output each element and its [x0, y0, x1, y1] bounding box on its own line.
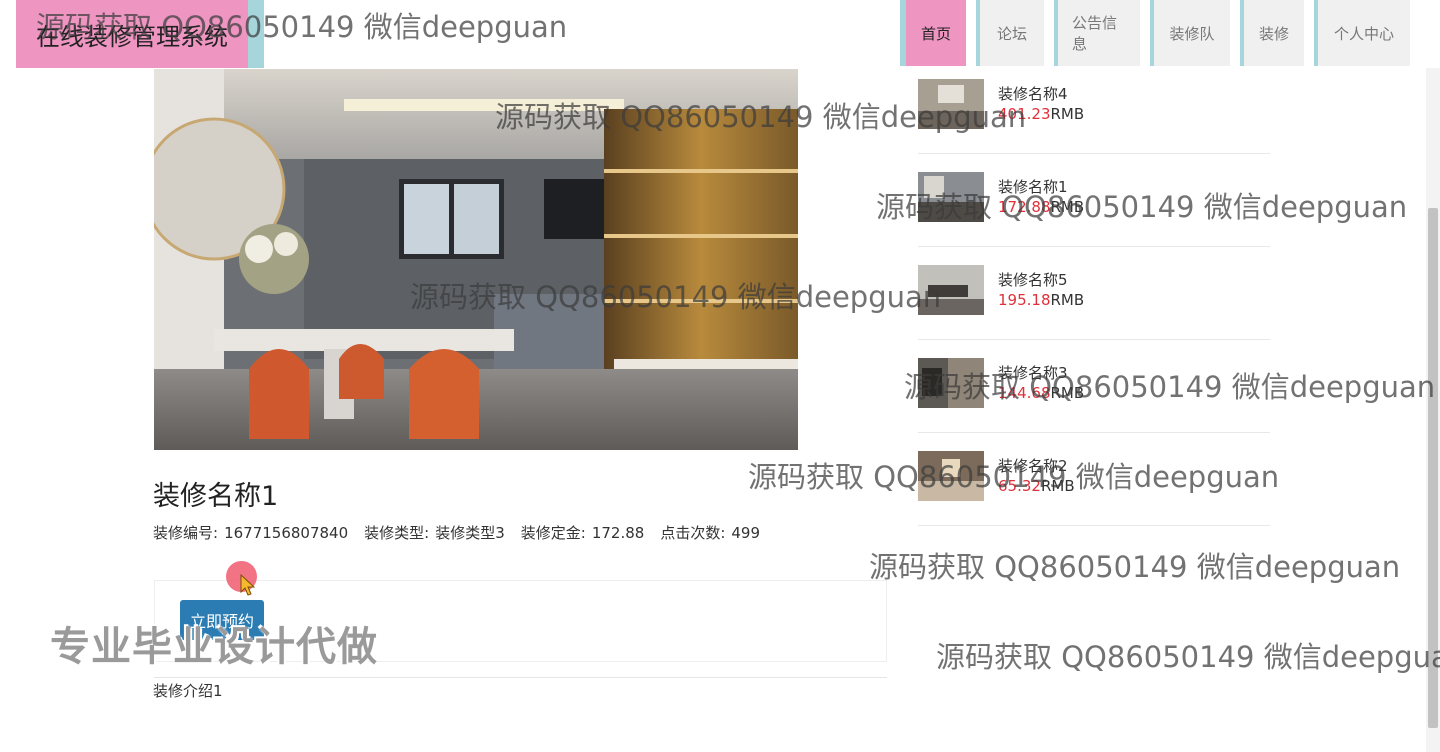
scrollbar-thumb[interactable]: [1428, 208, 1438, 728]
list-item[interactable]: 装修名称4 401.23RMB: [918, 61, 1270, 154]
item-price: 172.88RMB: [998, 198, 1084, 216]
nav-tab-home[interactable]: 首页: [900, 0, 966, 66]
product-intro: 装修介绍1: [153, 682, 223, 700]
item-price-unit: RMB: [1050, 291, 1085, 309]
item-name[interactable]: 装修名称3: [998, 362, 1068, 383]
item-price-unit: RMB: [1050, 384, 1085, 402]
main-nav: 首页 论坛 公告信息 装修队 装修 个人中心: [900, 0, 1420, 68]
item-name[interactable]: 装修名称4: [998, 83, 1068, 104]
meta-code: 装修编号: 1677156807840: [153, 522, 348, 543]
product-image: [154, 69, 798, 450]
item-price: 65.32RMB: [998, 477, 1075, 495]
list-item[interactable]: 装修名称3 144.68RMB: [918, 340, 1270, 433]
meta-deposit: 装修定金: 172.88: [521, 522, 645, 543]
brand-accent-bar: [248, 0, 264, 68]
meta-clicks-value: 499: [731, 524, 761, 542]
item-price-unit: RMB: [1040, 477, 1075, 495]
thumbnail-photo: [918, 79, 984, 129]
item-price: 195.18RMB: [998, 291, 1084, 309]
meta-type-value: 装修类型3: [435, 524, 505, 542]
nav-tab-renovation-team[interactable]: 装修队: [1150, 0, 1230, 66]
item-price-unit: RMB: [1050, 198, 1085, 216]
meta-code-value: 1677156807840: [224, 524, 349, 542]
list-item[interactable]: 装修名称5 195.18RMB: [918, 247, 1270, 340]
site-title: 在线装修管理系统: [36, 22, 228, 51]
promo-banner: 专业毕业设计代做: [50, 624, 378, 670]
brand-block[interactable]: 在线装修管理系统: [16, 0, 248, 68]
recommend-list: 装修名称4 401.23RMB 装修名称1 172.88RMB 装修名称5 19…: [918, 61, 1270, 526]
meta-clicks-label: 点击次数:: [660, 524, 726, 542]
nav-tab-renovation[interactable]: 装修: [1240, 0, 1304, 66]
watermark: 源码获取 QQ86050149 微信deepguan: [869, 550, 1401, 584]
meta-code-label: 装修编号:: [153, 524, 219, 542]
nav-tab-personal-center[interactable]: 个人中心: [1314, 0, 1410, 66]
mouse-pointer-icon: [240, 574, 256, 596]
item-price-value: 65.32: [998, 477, 1041, 495]
item-thumbnail[interactable]: [918, 172, 984, 222]
thumbnail-photo: [918, 451, 984, 501]
thumbnail-photo: [918, 172, 984, 222]
item-price-value: 401.23: [998, 105, 1051, 123]
meta-deposit-label: 装修定金:: [520, 524, 586, 542]
item-price-value: 195.18: [998, 291, 1051, 309]
item-thumbnail[interactable]: [918, 79, 984, 129]
item-price: 401.23RMB: [998, 105, 1084, 123]
item-thumbnail[interactable]: [918, 451, 984, 501]
item-price-value: 172.88: [998, 198, 1051, 216]
nav-tab-forum[interactable]: 论坛: [976, 0, 1044, 66]
list-item[interactable]: 装修名称1 172.88RMB: [918, 154, 1270, 247]
item-thumbnail[interactable]: [918, 265, 984, 315]
page-scrollbar[interactable]: [1426, 68, 1440, 752]
top-header: 在线装修管理系统 首页 论坛 公告信息 装修队 装修 个人中心: [0, 0, 1440, 68]
product-meta: 装修编号: 1677156807840 装修类型: 装修类型3 装修定金: 172.8…: [153, 522, 776, 543]
intro-divider: [154, 677, 887, 678]
meta-clicks: 点击次数: 499: [660, 522, 760, 543]
item-name[interactable]: 装修名称2: [998, 455, 1068, 476]
item-price-value: 144.68: [998, 384, 1051, 402]
watermark: 源码获取 QQ86050149 微信deepguan: [936, 640, 1440, 674]
item-price: 144.68RMB: [998, 384, 1084, 402]
item-thumbnail[interactable]: [918, 358, 984, 408]
nav-tab-announcements[interactable]: 公告信息: [1054, 0, 1140, 66]
thumbnail-photo: [918, 265, 984, 315]
list-item[interactable]: 装修名称2 65.32RMB: [918, 433, 1270, 526]
meta-type: 装修类型: 装修类型3: [364, 522, 505, 543]
item-name[interactable]: 装修名称1: [998, 176, 1068, 197]
product-title: 装修名称1: [153, 481, 279, 512]
thumbnail-photo: [918, 358, 984, 408]
item-price-unit: RMB: [1050, 105, 1085, 123]
item-name[interactable]: 装修名称5: [998, 269, 1068, 290]
meta-deposit-value: 172.88: [591, 524, 645, 542]
kitchen-interior-photo: [154, 69, 798, 450]
meta-type-label: 装修类型:: [364, 524, 430, 542]
